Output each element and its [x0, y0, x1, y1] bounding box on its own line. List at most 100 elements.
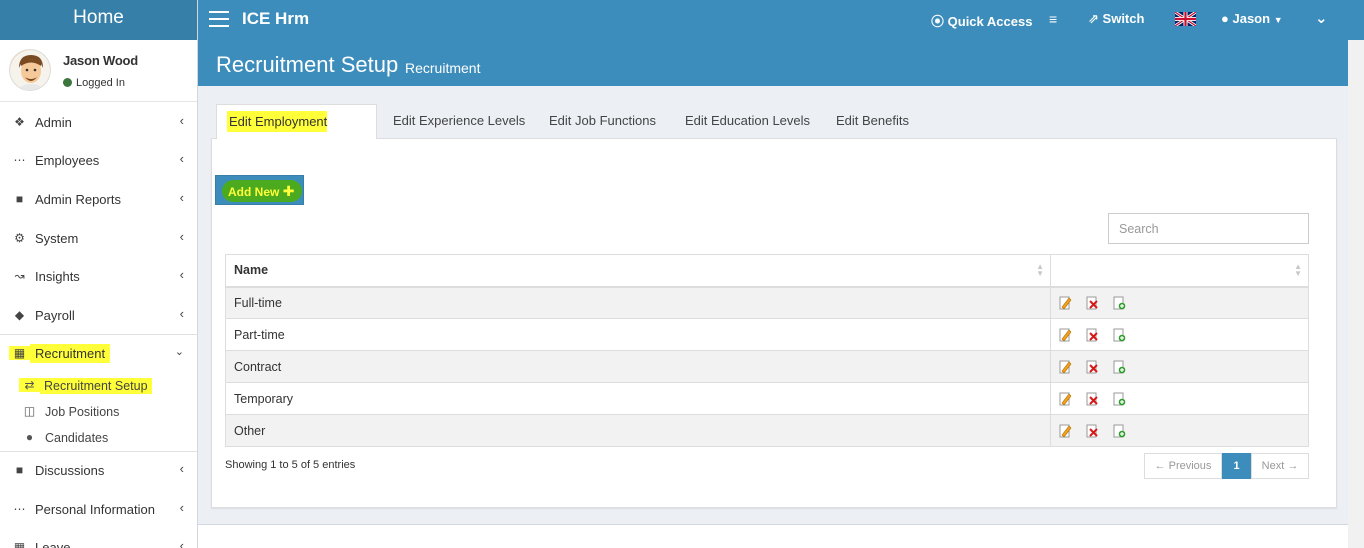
caret-down-icon: ▼ — [1273, 15, 1283, 25]
sidebar-item-system[interactable]: ⚙ System ‹ — [0, 219, 197, 257]
copy-icon[interactable] — [1113, 296, 1126, 310]
app-title: ICE Hrm — [242, 9, 310, 28]
sidebar-item-leave[interactable]: ▦ Leave ‹ — [0, 528, 197, 548]
page-title: Recruitment Setup — [216, 52, 399, 77]
row-name: Temporary — [225, 382, 1051, 415]
edit-icon[interactable] — [1059, 328, 1072, 342]
uk-flag-icon[interactable] — [1174, 10, 1197, 29]
delete-icon[interactable] — [1086, 392, 1099, 406]
row-name: Contract — [225, 350, 1051, 383]
sidebar: Home Jason Wood Logged In ❖ Admin ‹ ⋯ Em… — [0, 0, 198, 548]
tab-connector — [217, 137, 376, 139]
row-actions — [1050, 318, 1309, 351]
columns-icon: ◫ — [23, 404, 36, 418]
sidebar-item-personal-information[interactable]: ⋯ Personal Information ‹ — [0, 490, 197, 528]
edit-icon[interactable] — [1059, 392, 1072, 406]
next-page-button[interactable]: Next → — [1251, 453, 1309, 479]
copy-icon[interactable] — [1113, 360, 1126, 374]
quick-access-button[interactable]: ⦿ Quick Access — [931, 11, 1032, 30]
switch-button[interactable]: ⇗ Switch — [1088, 11, 1144, 27]
column-header-name[interactable]: Name ▲ ▼ — [225, 254, 1051, 288]
content-header: Recruitment Setup Recruitment — [198, 40, 1348, 86]
sidebar-item-admin[interactable]: ❖ Admin ‹ — [0, 103, 197, 141]
sidebar-subitem-job-positions[interactable]: ◫ Job Positions — [0, 399, 197, 425]
calendar-icon: ▦ — [13, 540, 26, 548]
sidebar-item-employees[interactable]: ⋯ Employees ‹ — [0, 141, 197, 179]
line-chart-icon: ↝ — [14, 269, 25, 283]
row-actions — [1050, 382, 1309, 415]
scrollbar[interactable] — [1348, 40, 1364, 548]
delete-icon[interactable] — [1086, 424, 1099, 438]
chevron-down-icon[interactable]: ⌄ — [1315, 9, 1328, 27]
footer — [198, 524, 1348, 548]
table-row: Temporary — [225, 382, 1309, 415]
chevron-left-icon: ‹ — [179, 190, 184, 205]
user-menu-button[interactable]: ● Jason ▼ — [1221, 11, 1283, 26]
chevron-left-icon: ‹ — [179, 461, 184, 476]
add-new-button[interactable]: Add New ✚ — [215, 175, 304, 205]
row-name: Part-time — [225, 318, 1051, 351]
chevron-left-icon: ‹ — [179, 229, 184, 244]
user-icon: ● — [1221, 11, 1229, 26]
delete-icon[interactable] — [1086, 328, 1099, 342]
home-link[interactable]: Home — [0, 0, 197, 40]
chevron-down-icon: ⌄ — [174, 346, 184, 358]
table-row: Other — [225, 414, 1309, 447]
sidebar-subitem-candidates[interactable]: ● Candidates — [0, 425, 197, 451]
page-subtitle: Recruitment — [405, 60, 481, 76]
chevron-left-icon: ‹ — [179, 500, 184, 515]
tasks-icon[interactable]: ≡ — [1049, 11, 1057, 27]
user-tie-icon: ■ — [15, 192, 24, 206]
copy-icon[interactable] — [1113, 328, 1126, 342]
row-actions — [1050, 350, 1309, 383]
users-icon: ● — [25, 430, 34, 444]
search-input[interactable] — [1108, 213, 1309, 244]
row-actions — [1050, 286, 1309, 319]
chevron-left-icon: ‹ — [179, 538, 184, 548]
tab-edit-benefits[interactable]: Edit Benefits — [826, 104, 919, 139]
sort-icon: ▲ ▼ — [1294, 262, 1302, 278]
copy-icon[interactable] — [1113, 424, 1126, 438]
top-navbar: ICE Hrm ⦿ Quick Access ≡ ⇗ Switch ● Jaso… — [198, 0, 1364, 40]
chevron-left-icon: ‹ — [179, 306, 184, 321]
tag-icon: ◆ — [14, 308, 25, 322]
delete-icon[interactable] — [1086, 296, 1099, 310]
sort-icon: ▲ ▼ — [1036, 262, 1044, 278]
chevron-left-icon: ‹ — [179, 151, 184, 166]
edit-icon[interactable] — [1059, 296, 1072, 310]
sidebar-subitem-recruitment-setup[interactable]: ⇄ Recruitment Setup — [0, 373, 197, 399]
sidebar-item-recruitment[interactable]: ▦ Recruitment ⌄ — [0, 334, 197, 372]
page-1-button[interactable]: 1 — [1222, 453, 1251, 479]
tab-edit-job-functions[interactable]: Edit Job Functions — [539, 104, 666, 139]
table-row: Contract — [225, 350, 1309, 383]
copy-icon[interactable] — [1113, 392, 1126, 406]
sidebar-item-insights[interactable]: ↝ Insights ‹ — [0, 257, 197, 295]
sidebar-item-discussions[interactable]: ■ Discussions ‹ — [0, 451, 197, 489]
edit-icon[interactable] — [1059, 360, 1072, 374]
table-info: Showing 1 to 5 of 5 entries — [225, 459, 356, 471]
previous-page-button[interactable]: ← Previous — [1144, 453, 1222, 479]
edit-icon[interactable] — [1059, 424, 1072, 438]
user-name: Jason Wood — [63, 53, 139, 68]
grid-icon: ⋯ — [13, 153, 26, 167]
plus-icon: ✚ — [282, 183, 295, 199]
avatar — [9, 49, 51, 91]
row-name: Full-time — [225, 286, 1051, 319]
sidebar-item-admin-reports[interactable]: ■ Admin Reports ‹ — [0, 180, 197, 218]
table-row: Part-time — [225, 318, 1309, 351]
chevron-left-icon: ‹ — [179, 113, 184, 128]
chevron-left-icon: ‹ — [179, 267, 184, 282]
tab-edit-experience-levels[interactable]: Edit Experience Levels — [383, 104, 535, 139]
column-header-actions[interactable]: ▲ ▼ — [1050, 254, 1309, 288]
random-icon: ⇄ — [19, 378, 40, 392]
sidebar-item-payroll[interactable]: ◆ Payroll ‹ — [0, 296, 197, 334]
user-panel: Jason Wood Logged In — [0, 40, 197, 102]
tab-edit-education-levels[interactable]: Edit Education Levels — [675, 104, 820, 139]
grid-icon: ⋯ — [13, 502, 26, 516]
tab-edit-employment-types[interactable]: Edit Employment Types — [216, 104, 377, 166]
row-actions — [1050, 414, 1309, 447]
hamburger-menu-icon[interactable] — [209, 11, 229, 27]
employment-types-table: Name ▲ ▼ ▲ ▼ Full-time Part-time Contract Temp… — [225, 254, 1309, 447]
delete-icon[interactable] — [1086, 360, 1099, 374]
comments-icon: ■ — [15, 463, 24, 477]
